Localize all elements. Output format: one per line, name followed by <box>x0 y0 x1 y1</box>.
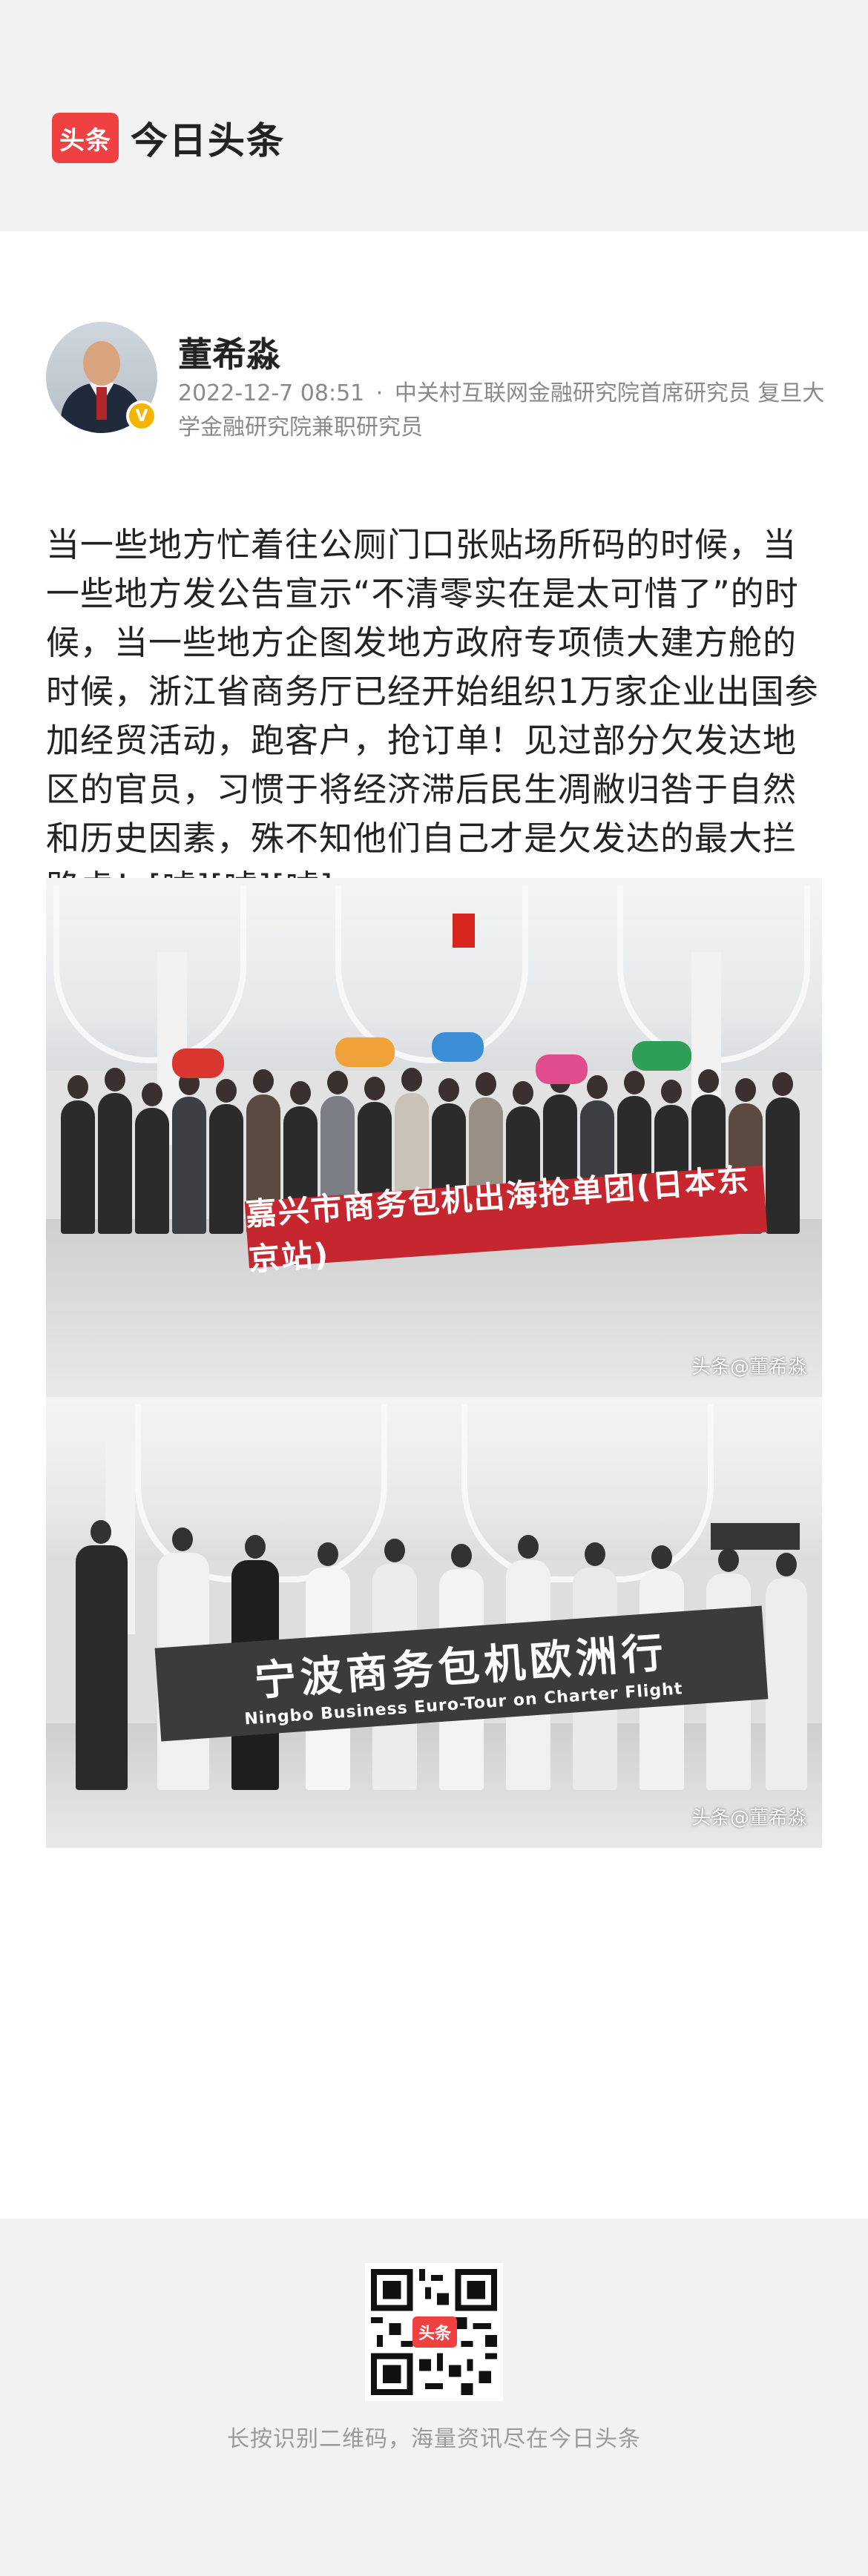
qr-logo-badge: 头条 <box>412 2316 457 2348</box>
watermark-2: 头条@董希淼 <box>691 1807 807 1829</box>
post-photo-1[interactable]: 嘉兴市商务包机出海抢单团(日本东京站) 头条@董希淼 <box>46 878 822 1397</box>
app-name: 今日头条 <box>131 119 285 162</box>
qr-code[interactable]: 头条 <box>365 2263 503 2401</box>
flag-icon <box>453 914 475 948</box>
author-name[interactable]: 董希淼 <box>178 328 280 377</box>
author-meta: 2022-12-7 08:51 · 中关村互联网金融研究院首席研究员 复旦大学金… <box>178 377 831 445</box>
post-photo-2[interactable]: 宁波商务包机欧洲行 Ningbo Business Euro-Tour on C… <box>46 1397 822 1848</box>
author-header: V 董希淼 2022-12-7 08:51 · 中关村互联网金融研究院首席研究员… <box>46 322 825 463</box>
toutiao-logo: 头条 <box>52 113 119 163</box>
meta-separator: · <box>375 380 384 406</box>
watermark-1: 头条@董希淼 <box>691 1356 807 1378</box>
post-timestamp: 2022-12-7 08:51 <box>178 380 365 406</box>
brand[interactable]: 头条 今日头条 <box>52 111 285 165</box>
qr-caption: 长按识别二维码，海量资讯尽在今日头条 <box>227 2426 641 2452</box>
article-text: 当一些地方忙着往公厕门口张贴场所码的时候，当一些地方发公告宣示“不清零实在是太可… <box>46 525 819 907</box>
share-footer: 头条 长按识别二维码，海量资讯尽在今日头条 <box>0 2219 868 2576</box>
app-header: 头条 今日头条 <box>0 0 868 231</box>
verified-badge-icon: V <box>126 400 157 432</box>
